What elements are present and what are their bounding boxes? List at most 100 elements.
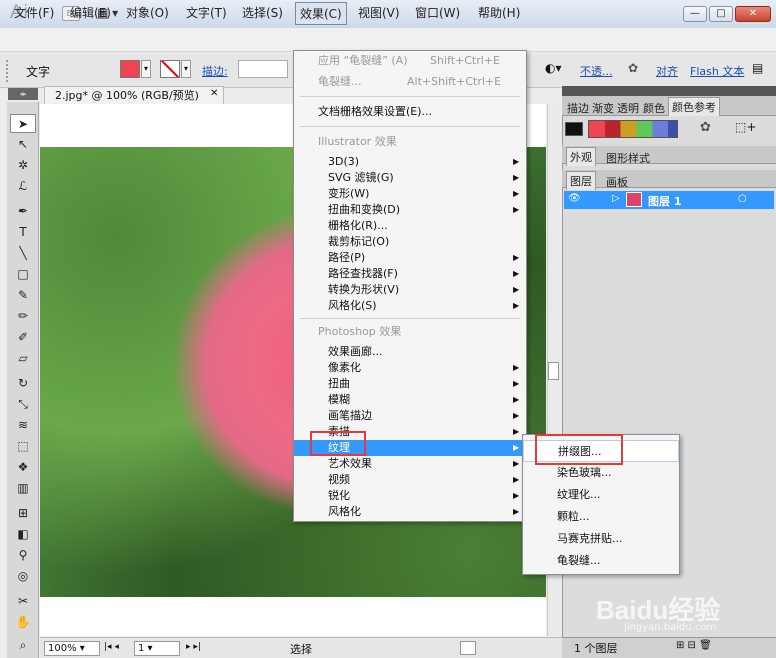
direct-selection-tool-icon[interactable]: ↖	[10, 135, 36, 154]
scale-tool-icon[interactable]: ⤡	[10, 395, 36, 414]
paintbrush-tool-icon[interactable]: ✎	[10, 286, 36, 305]
zoom-tool-icon[interactable]: ⌕	[10, 636, 36, 655]
tab-appearance[interactable]: 外观	[566, 147, 596, 166]
style-icon[interactable]: ◐▾	[545, 61, 562, 75]
menu-help[interactable]: 帮助(H)	[478, 4, 520, 21]
menu-item-rasterize[interactable]: 栅格化(R)...	[294, 218, 526, 234]
layer-name[interactable]: 图层 1	[648, 193, 681, 209]
base-color-swatch[interactable]	[565, 122, 583, 136]
first-page-icon[interactable]: |◂ ◂	[104, 642, 119, 652]
menu-item-blur[interactable]: 模糊	[294, 392, 526, 408]
menu-item-path[interactable]: 路径(P)	[294, 250, 526, 266]
panel-dock-header[interactable]	[562, 86, 776, 96]
type-tool-icon[interactable]: T	[10, 223, 36, 242]
recolor-icon[interactable]: ✿	[628, 61, 638, 75]
menu-effect[interactable]: 效果(C)	[295, 2, 347, 25]
submenu-stained-glass[interactable]: 染色玻璃...	[523, 462, 679, 484]
page-select[interactable]: 1 ▾	[134, 641, 180, 656]
lasso-tool-icon[interactable]: ℒ	[10, 177, 36, 196]
submenu-grain[interactable]: 颗粒...	[523, 506, 679, 528]
next-page-icon[interactable]: ▸ ▸|	[186, 642, 201, 652]
menu-item-sharpen[interactable]: 锐化	[294, 488, 526, 504]
menu-type[interactable]: 文字(T)	[186, 4, 227, 21]
eyedropper-tool-icon[interactable]: ⚲	[10, 546, 36, 565]
menu-item-distort[interactable]: 扭曲	[294, 376, 526, 392]
blob-brush-tool-icon[interactable]: ✐	[10, 328, 36, 347]
menu-item-stylize[interactable]: 风格化(S)	[294, 298, 526, 314]
tab-color-guide[interactable]: 颜色参考	[668, 97, 720, 116]
save-colors-icon[interactable]: ⬚+	[735, 120, 756, 134]
menu-item-pixelate[interactable]: 像素化	[294, 360, 526, 376]
menu-select[interactable]: 选择(S)	[242, 4, 283, 21]
status-mode[interactable]: 选择	[290, 641, 312, 657]
close-button[interactable]: ✕	[735, 6, 771, 22]
selection-tool-icon[interactable]: ➤	[10, 114, 36, 133]
menu-object[interactable]: 对象(O)	[126, 4, 169, 21]
document-tab[interactable]: 2.jpg* @ 100% (RGB/预览)	[44, 86, 224, 105]
tab-transparency[interactable]: 透明	[617, 100, 639, 116]
tools-panel-header[interactable]: ◂▸	[8, 88, 38, 100]
stroke-weight-input[interactable]	[238, 60, 288, 78]
menu-item-convert-to-shape[interactable]: 转换为形状(V)	[294, 282, 526, 298]
menu-edit[interactable]: 编辑(E)	[70, 4, 111, 21]
panel-menu-icon[interactable]: ▤	[752, 61, 763, 75]
menu-item-crop-marks[interactable]: 裁剪标记(O)	[294, 234, 526, 250]
minimize-button[interactable]: —	[683, 6, 707, 22]
menu-file[interactable]: 文件(F)	[14, 4, 54, 21]
control-bar-grip[interactable]	[6, 60, 11, 82]
layer-target-icon[interactable]: ○	[738, 193, 747, 204]
align-link[interactable]: 对齐	[656, 63, 678, 79]
menu-view[interactable]: 视图(V)	[358, 4, 400, 21]
rotate-tool-icon[interactable]: ↻	[10, 374, 36, 393]
submenu-mosaic-tiles[interactable]: 马赛克拼贴...	[523, 528, 679, 550]
menu-item-artistic[interactable]: 艺术效果	[294, 456, 526, 472]
fill-color-swatch[interactable]	[120, 60, 140, 78]
menu-item-svg-filters[interactable]: SVG 滤镜(G)	[294, 170, 526, 186]
fill-dropdown-icon[interactable]: ▾	[141, 60, 151, 78]
harmony-color-strip[interactable]	[588, 120, 678, 138]
submenu-texturizer[interactable]: 纹理化...	[523, 484, 679, 506]
rectangle-tool-icon[interactable]: □	[10, 265, 36, 284]
symbol-sprayer-tool-icon[interactable]: ❖	[10, 458, 36, 477]
visibility-eye-icon[interactable]: 👁	[568, 193, 581, 204]
menu-item-3d[interactable]: 3D(3)	[294, 154, 526, 170]
menu-item-stylize-ps[interactable]: 风格化	[294, 504, 526, 520]
submenu-craquelure[interactable]: 龟裂缝...	[523, 550, 679, 572]
blend-tool-icon[interactable]: ◎	[10, 567, 36, 586]
document-raster-settings[interactable]: 文档栅格效果设置(E)...	[294, 104, 526, 120]
edit-colors-icon[interactable]: ✿	[700, 120, 711, 135]
line-tool-icon[interactable]: ╲	[10, 244, 36, 263]
tab-layers[interactable]: 图层	[566, 171, 596, 190]
menu-item-brush-strokes[interactable]: 画笔描边	[294, 408, 526, 424]
pen-tool-icon[interactable]: ✒	[10, 202, 36, 221]
menu-item-video[interactable]: 视频	[294, 472, 526, 488]
menu-item-pathfinder[interactable]: 路径查找器(F)	[294, 266, 526, 282]
flash-text-link[interactable]: Flash 文本	[690, 63, 744, 79]
tab-gradient[interactable]: 渐变	[592, 100, 614, 116]
maximize-button[interactable]: □	[709, 6, 733, 22]
warp-tool-icon[interactable]: ≋	[10, 416, 36, 435]
new-layer-icon[interactable]: ⊞ ⊟ 🗑	[676, 640, 712, 651]
eraser-tool-icon[interactable]: ▱	[10, 349, 36, 368]
zoom-select[interactable]: 100% ▾	[44, 641, 100, 656]
tab-artboards[interactable]: 画板	[606, 174, 628, 190]
menu-window[interactable]: 窗口(W)	[415, 4, 460, 21]
stroke-color-swatch[interactable]	[160, 60, 180, 78]
tab-graphic-styles[interactable]: 图形样式	[606, 150, 650, 166]
menu-item-distort-transform[interactable]: 扭曲和变换(D)	[294, 202, 526, 218]
opacity-link[interactable]: 不透...	[580, 63, 613, 79]
tab-stroke[interactable]: 描边	[567, 100, 589, 116]
gradient-tool-icon[interactable]: ◧	[10, 525, 36, 544]
hand-tool-icon[interactable]: ✋	[10, 613, 36, 632]
vertical-scroll-thumb[interactable]	[548, 362, 559, 380]
magic-wand-tool-icon[interactable]: ✲	[10, 156, 36, 175]
pencil-tool-icon[interactable]: ✏	[10, 307, 36, 326]
slice-tool-icon[interactable]: ✂	[10, 592, 36, 611]
horizontal-scroll-thumb[interactable]	[460, 641, 476, 655]
free-transform-tool-icon[interactable]: ⬚	[10, 437, 36, 456]
menu-item-warp[interactable]: 变形(W)	[294, 186, 526, 202]
tab-color[interactable]: 颜色	[643, 100, 665, 116]
menu-item-effect-gallery[interactable]: 效果画廊...	[294, 344, 526, 360]
document-close-icon[interactable]: ✕	[210, 88, 218, 99]
mesh-tool-icon[interactable]: ⊞	[10, 504, 36, 523]
